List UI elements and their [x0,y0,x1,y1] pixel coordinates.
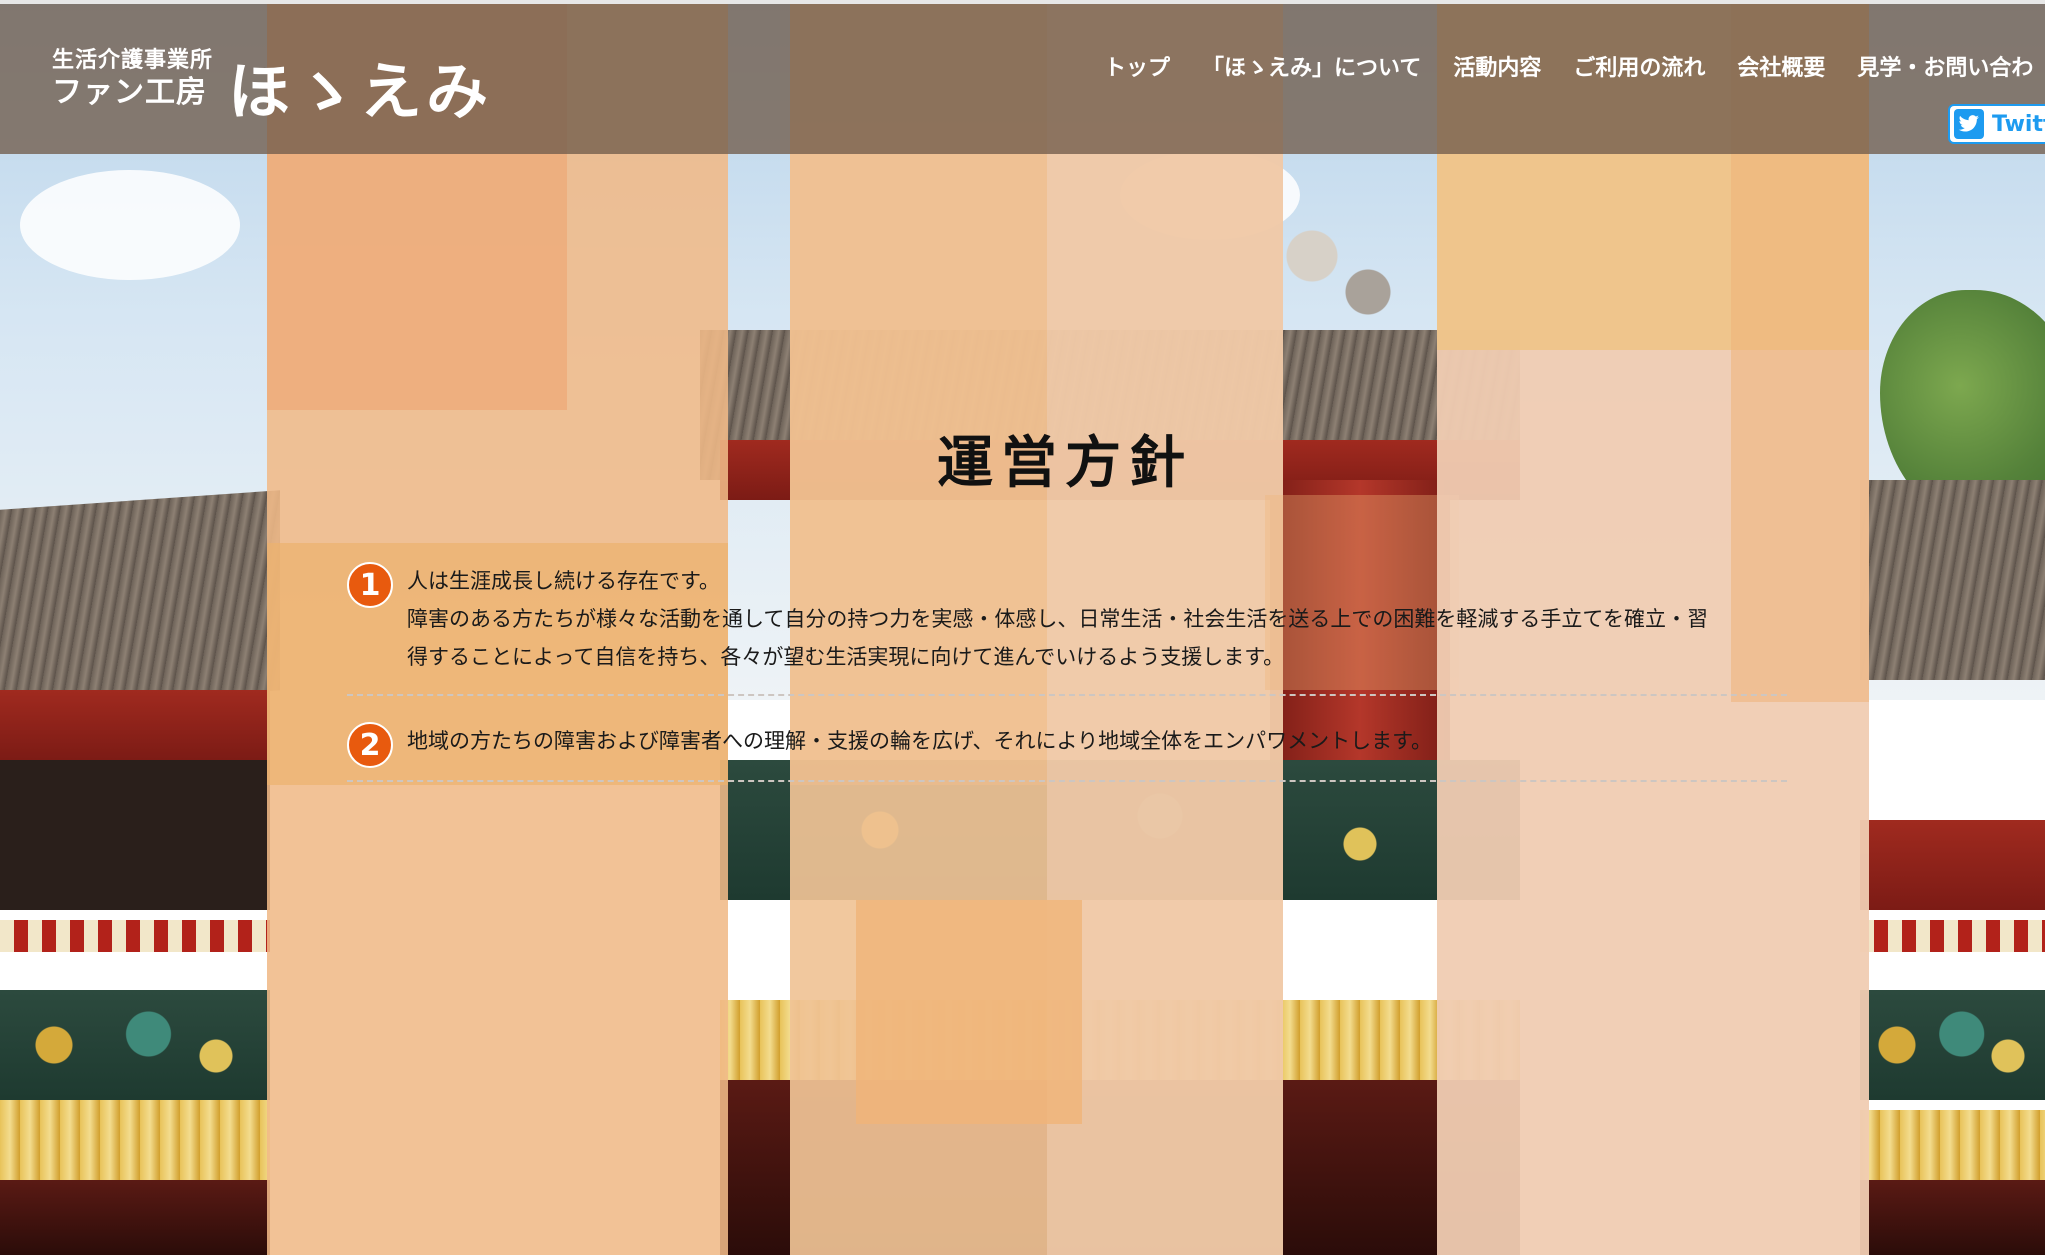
page: 生活介護事業所 ファン工房 ほゝえみ トップ 「ほゝえみ」について 活動内容 ご… [0,0,2045,1255]
beam [1860,820,2045,910]
policy-line: 得することによって自信を持ち、各々が望む生活実現に向けて進んでいけるよう支援しま… [407,645,1285,669]
logo-subtitle: 生活介護事業所 [52,48,214,73]
roof [0,490,280,710]
policy-number-badge: 1 [347,562,393,608]
site-logo[interactable]: 生活介護事業所 ファン工房 ほゝえみ [52,48,488,128]
logo-main-name: ほゝえみ [228,55,493,128]
roof-ornament [1270,220,1410,340]
roof [1860,480,2045,680]
site-header: 生活介護事業所 ファン工房 ほゝえみ トップ 「ほゝえみ」について 活動内容 ご… [0,4,2045,154]
overlay-square [856,900,1082,1124]
gold-curtain [1860,1110,2045,1180]
gold-curtain [0,1100,270,1180]
main-nav: トップ 「ほゝえみ」について 活動内容 ご利用の流れ 会社概要 見学・お問い合わ [1088,52,2045,86]
policy-text: 地域の方たちの障害および障害者への理解・支援の輪を広げ、それにより地域全体をエン… [407,722,1787,760]
nav-top[interactable]: トップ [1088,52,1186,86]
policy-text: 人は生涯成長し続ける存在です。 障害のある方たちが様々な活動を通して自分の持つ力… [407,562,1787,676]
policy-item: 1 人は生涯成長し続ける存在です。 障害のある方たちが様々な活動を通して自分の持… [347,550,1787,696]
twitter-button[interactable]: Twitt [1948,104,2045,144]
policy-line: 人は生涯成長し続ける存在です。 [407,569,720,593]
twitter-label: Twitt [1992,111,2045,137]
checker-band [0,920,270,952]
policy-list: 1 人は生涯成長し続ける存在です。 障害のある方たちが様々な活動を通して自分の持… [347,550,1787,782]
policy-line: 地域の方たちの障害および障害者への理解・支援の輪を広げ、それにより地域全体をエン… [407,729,1433,753]
nav-contact[interactable]: 見学・お問い合わ [1841,52,2045,86]
cloud [20,170,240,280]
nav-activities[interactable]: 活動内容 [1437,52,1557,86]
checker-band [1860,920,2045,952]
policy-item: 2 地域の方たちの障害および障害者への理解・支援の輪を広げ、それにより地域全体を… [347,710,1787,782]
floor [1860,1180,2045,1255]
logo-name: ファン工房 [52,75,207,110]
twitter-bird-icon [1954,109,1984,139]
carving [1860,990,2045,1100]
carving [0,990,270,1100]
nav-company[interactable]: 会社概要 [1721,52,1841,86]
policy-line: 障害のある方たちが様々な活動を通して自分の持つ力を実感・体感し、日常生活・社会生… [407,607,1708,631]
beam-shadow [0,760,270,910]
nav-about[interactable]: 「ほゝえみ」について [1186,52,1437,86]
nav-usage-flow[interactable]: ご利用の流れ [1557,52,1721,86]
policy-number-badge: 2 [347,722,393,768]
page-title: 運営方針 [937,431,1193,496]
floor [0,1180,270,1255]
beam [0,690,270,760]
